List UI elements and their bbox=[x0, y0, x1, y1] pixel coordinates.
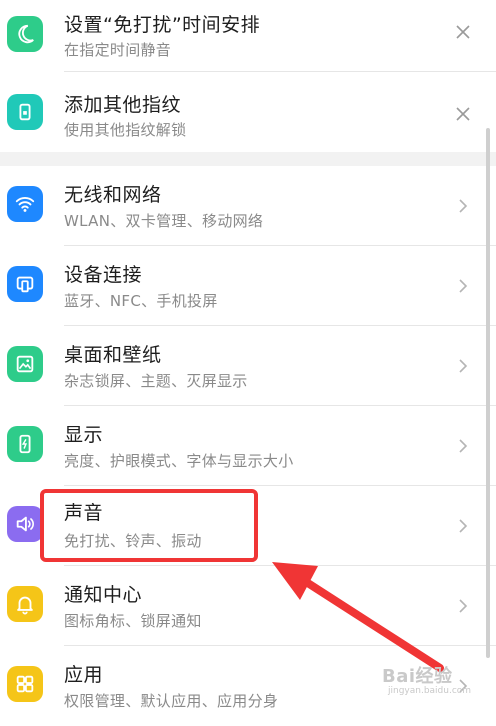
close-icon[interactable] bbox=[454, 105, 472, 123]
moon-icon bbox=[7, 16, 43, 52]
row-wireless-network[interactable]: 无线和网络 WLAN、双卡管理、移动网络 bbox=[0, 166, 496, 246]
row-title: 设备连接 bbox=[64, 264, 143, 286]
device-connection-icon bbox=[7, 266, 43, 302]
row-subtitle: 使用其他指纹解锁 bbox=[64, 121, 187, 139]
fingerprint-lock-icon bbox=[7, 94, 43, 130]
row-title: 通知中心 bbox=[64, 584, 143, 606]
row-subtitle: 亮度、护眼模式、字体与显示大小 bbox=[64, 452, 294, 470]
row-title: 显示 bbox=[64, 424, 104, 446]
apps-grid-icon bbox=[7, 666, 43, 702]
row-device-connection[interactable]: 设备连接 蓝牙、NFC、手机投屏 bbox=[0, 246, 496, 326]
row-subtitle: 图标角标、锁屏通知 bbox=[64, 612, 202, 630]
row-title: 设置“免打扰”时间安排 bbox=[64, 14, 261, 36]
highlight-box bbox=[40, 489, 258, 562]
row-subtitle: WLAN、双卡管理、移动网络 bbox=[64, 212, 264, 230]
row-desktop-wallpaper[interactable]: 桌面和壁纸 杂志锁屏、主题、灭屏显示 bbox=[0, 326, 496, 406]
wifi-icon bbox=[7, 186, 43, 222]
chevron-right-icon bbox=[454, 437, 472, 455]
chevron-right-icon bbox=[454, 197, 472, 215]
display-icon bbox=[7, 426, 43, 462]
watermark: Bai经验 jingyan.baidu.com bbox=[378, 660, 490, 704]
chevron-right-icon bbox=[454, 357, 472, 375]
chevron-right-icon bbox=[454, 277, 472, 295]
row-title: 无线和网络 bbox=[64, 184, 162, 206]
wallpaper-icon bbox=[7, 346, 43, 382]
chevron-right-icon bbox=[454, 517, 472, 535]
row-subtitle: 杂志锁屏、主题、灭屏显示 bbox=[64, 372, 248, 390]
close-icon[interactable] bbox=[454, 23, 472, 41]
section-gap bbox=[0, 152, 496, 166]
watermark-text: Bai经验 bbox=[382, 666, 453, 687]
row-title: 添加其他指纹 bbox=[64, 94, 182, 116]
row-add-fingerprint[interactable]: 添加其他指纹 使用其他指纹解锁 bbox=[0, 72, 496, 152]
row-title: 应用 bbox=[64, 664, 104, 686]
row-title: 桌面和壁纸 bbox=[64, 344, 162, 366]
scrollbar[interactable] bbox=[486, 128, 490, 658]
watermark-url: jingyan.baidu.com bbox=[388, 686, 472, 696]
row-do-not-disturb-schedule[interactable]: 设置“免打扰”时间安排 在指定时间静音 bbox=[0, 0, 496, 80]
row-subtitle: 在指定时间静音 bbox=[64, 41, 172, 59]
row-subtitle: 蓝牙、NFC、手机投屏 bbox=[64, 292, 218, 310]
row-notification-center[interactable]: 通知中心 图标角标、锁屏通知 bbox=[0, 566, 496, 646]
chevron-right-icon bbox=[454, 597, 472, 615]
row-display[interactable]: 显示 亮度、护眼模式、字体与显示大小 bbox=[0, 406, 496, 486]
bell-icon bbox=[7, 586, 43, 622]
speaker-icon bbox=[7, 506, 43, 542]
